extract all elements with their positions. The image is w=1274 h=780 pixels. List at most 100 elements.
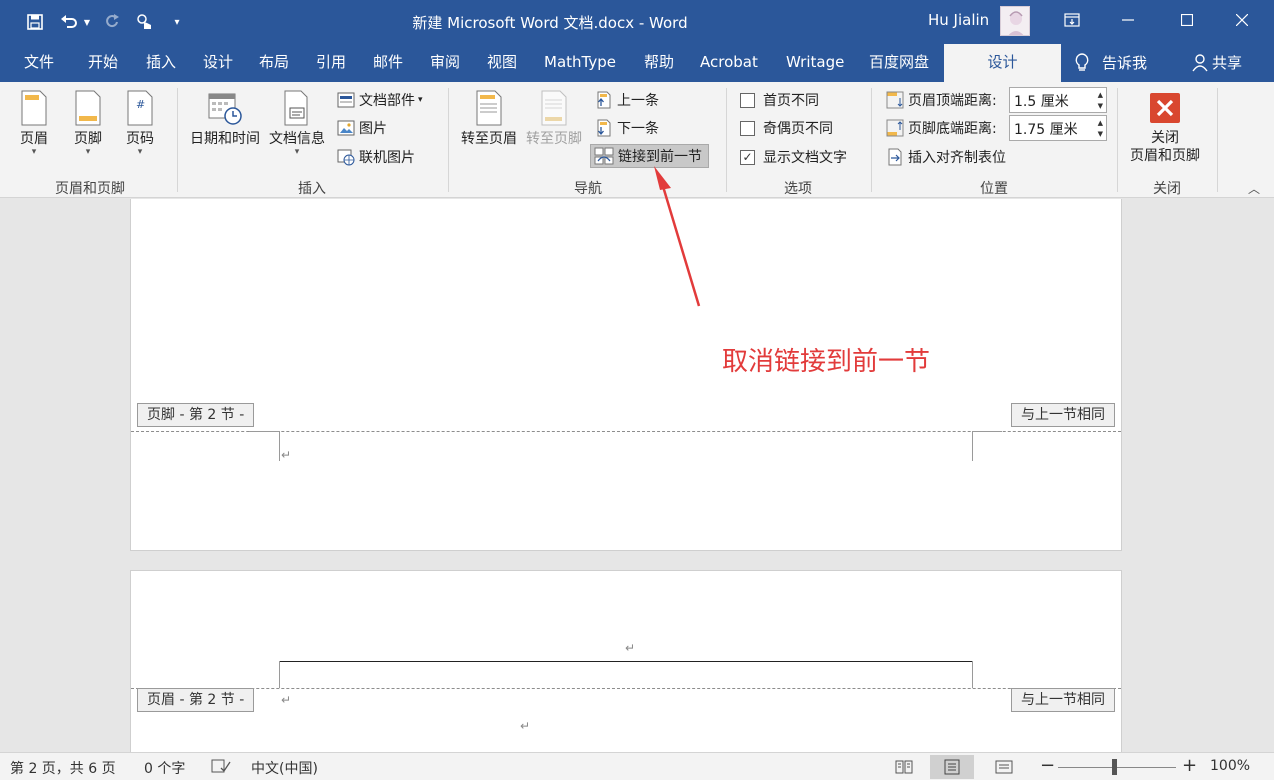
footer-from-bottom-spinner[interactable]: 1.75 厘米 ▲ ▼	[1009, 115, 1107, 141]
close-window-icon[interactable]	[1214, 0, 1270, 40]
header-from-top-label: 页眉顶端距离:	[886, 88, 997, 112]
goto-footer-icon	[541, 90, 567, 126]
margin-guide	[279, 661, 280, 688]
margin-guide	[972, 661, 973, 688]
tab-review[interactable]: 审阅	[430, 44, 460, 82]
date-time-button[interactable]: 日期和时间	[190, 90, 260, 148]
annotation-text: 取消链接到前一节	[722, 347, 931, 377]
tab-mailings[interactable]: 邮件	[373, 44, 403, 82]
goto-footer-button[interactable]: 转至页脚	[526, 90, 582, 148]
maximize-icon[interactable]	[1159, 0, 1215, 40]
previous-button[interactable]: 上一条	[595, 88, 659, 112]
link-to-previous-button[interactable]: 链接到前一节	[590, 144, 709, 168]
header-boundary-line	[131, 688, 1121, 689]
close-header-footer-button[interactable]: 关闭 页眉和页脚	[1130, 92, 1200, 165]
document-parts-button[interactable]: 文档部件 ▾	[337, 88, 423, 112]
tab-header-footer-design[interactable]: 设计	[944, 44, 1061, 82]
spin-up-icon[interactable]: ▲	[1098, 119, 1103, 127]
page-count[interactable]: 第 2 页，共 6 页	[10, 758, 116, 778]
user-name[interactable]: Hu Jialin	[928, 11, 989, 29]
picture-icon	[337, 120, 355, 136]
group-label-insert: 插入	[298, 181, 326, 197]
lightbulb-icon	[1075, 53, 1089, 71]
zoom-slider-track[interactable]	[1058, 767, 1176, 768]
tab-mathtype[interactable]: MathType	[544, 44, 616, 82]
spin-down-icon[interactable]: ▼	[1098, 130, 1103, 138]
zoom-slider-thumb[interactable]	[1112, 759, 1117, 775]
chevron-down-icon: ▾	[418, 95, 423, 105]
group-label-navigation: 导航	[574, 181, 602, 197]
header-button[interactable]: 页眉 ▾	[20, 90, 48, 157]
paragraph-mark: ↵	[281, 693, 292, 707]
same-as-previous-tag: 与上一节相同	[1011, 403, 1115, 427]
group-label-position: 位置	[980, 181, 1008, 197]
header-from-top-spinner[interactable]: 1.5 厘米 ▲ ▼	[1009, 87, 1107, 113]
next-button[interactable]: 下一条	[595, 116, 659, 140]
previous-section-icon	[597, 91, 611, 109]
paragraph-mark: ↵	[625, 641, 636, 655]
link-to-previous-icon	[594, 147, 614, 165]
show-document-text-checkbox[interactable]: ✓ 显示文档文字	[740, 145, 847, 169]
share-button[interactable]: 共享	[1192, 44, 1242, 82]
tab-insert[interactable]: 插入	[146, 44, 176, 82]
document-area[interactable]: 页脚 - 第 2 节 - 与上一节相同 ↵ ↵ 页眉 - 第 2 节 - 与上一…	[0, 199, 1274, 752]
avatar[interactable]	[1000, 6, 1030, 36]
ribbon-tabs: 文件 开始 插入 设计 布局 引用 邮件 审阅 视图 MathType 帮助 A…	[0, 44, 1274, 82]
different-first-page-checkbox[interactable]: 首页不同	[740, 88, 819, 112]
tab-acrobat[interactable]: Acrobat	[700, 44, 758, 82]
footer-button[interactable]: 页脚 ▾	[74, 90, 102, 157]
vertical-scrollbar[interactable]	[1255, 199, 1274, 752]
different-odd-even-checkbox[interactable]: 奇偶页不同	[740, 116, 833, 140]
tab-design[interactable]: 设计	[203, 44, 233, 82]
same-as-previous-tag: 与上一节相同	[1011, 688, 1115, 712]
print-layout-icon[interactable]	[930, 755, 974, 779]
online-picture-button[interactable]: 联机图片	[337, 145, 415, 169]
document-info-button[interactable]: 文档信息 ▾	[269, 90, 325, 157]
tab-writage[interactable]: Writage	[786, 44, 844, 82]
tell-me-label: 告诉我	[1102, 54, 1148, 72]
close-red-x-icon	[1150, 93, 1180, 123]
header-border-line	[279, 661, 973, 662]
page[interactable]: 页脚 - 第 2 节 - 与上一节相同 ↵	[130, 199, 1122, 551]
tell-me[interactable]: 告诉我	[1074, 44, 1147, 82]
tab-references[interactable]: 引用	[316, 44, 346, 82]
chevron-down-icon: ▾	[31, 147, 37, 157]
calendar-clock-icon	[208, 93, 242, 125]
tab-home[interactable]: 开始	[88, 44, 118, 82]
tab-layout[interactable]: 布局	[259, 44, 289, 82]
picture-button[interactable]: 图片	[337, 116, 387, 140]
page-number-button[interactable]: # 页码 ▾	[126, 90, 154, 157]
group-separator	[177, 88, 178, 192]
footer-section-tag: 页脚 - 第 2 节 -	[137, 403, 255, 427]
language[interactable]: 中文(中国)	[251, 758, 318, 778]
header-position-icon	[886, 91, 904, 109]
group-label-close: 关闭	[1153, 181, 1181, 197]
tab-help[interactable]: 帮助	[644, 44, 674, 82]
margin-corner	[249, 431, 279, 432]
goto-header-icon	[476, 90, 502, 126]
minimize-icon[interactable]	[1100, 0, 1156, 40]
read-mode-icon[interactable]	[882, 755, 926, 779]
footer-icon	[75, 90, 101, 126]
zoom-in-icon[interactable]: +	[1182, 755, 1197, 776]
word-count[interactable]: 0 个字	[144, 758, 185, 778]
proofing-icon[interactable]	[211, 758, 231, 778]
collapse-ribbon-icon[interactable]: ︿	[1248, 180, 1260, 197]
web-layout-icon[interactable]	[982, 755, 1026, 779]
tab-baidu-netdisk[interactable]: 百度网盘	[869, 44, 929, 82]
zoom-out-icon[interactable]: −	[1040, 755, 1055, 776]
svg-text:#: #	[136, 98, 145, 111]
spin-up-icon[interactable]: ▲	[1098, 91, 1103, 99]
insert-alignment-tab-button[interactable]: 插入对齐制表位	[886, 145, 1006, 169]
margin-corner	[972, 431, 1002, 432]
chevron-down-icon: ▾	[294, 147, 300, 157]
zoom-level[interactable]: 100%	[1210, 758, 1250, 774]
page[interactable]: ↵ 页眉 - 第 2 节 - 与上一节相同 ↵ ↵	[130, 570, 1122, 752]
ribbon-display-options-icon[interactable]	[1044, 0, 1100, 40]
goto-header-button[interactable]: 转至页眉	[461, 90, 517, 148]
tab-file[interactable]: 文件	[24, 44, 54, 82]
footer-from-bottom-label: 页脚底端距离:	[886, 116, 997, 140]
tab-view[interactable]: 视图	[487, 44, 517, 82]
header-icon	[21, 90, 47, 126]
spin-down-icon[interactable]: ▼	[1098, 102, 1103, 110]
